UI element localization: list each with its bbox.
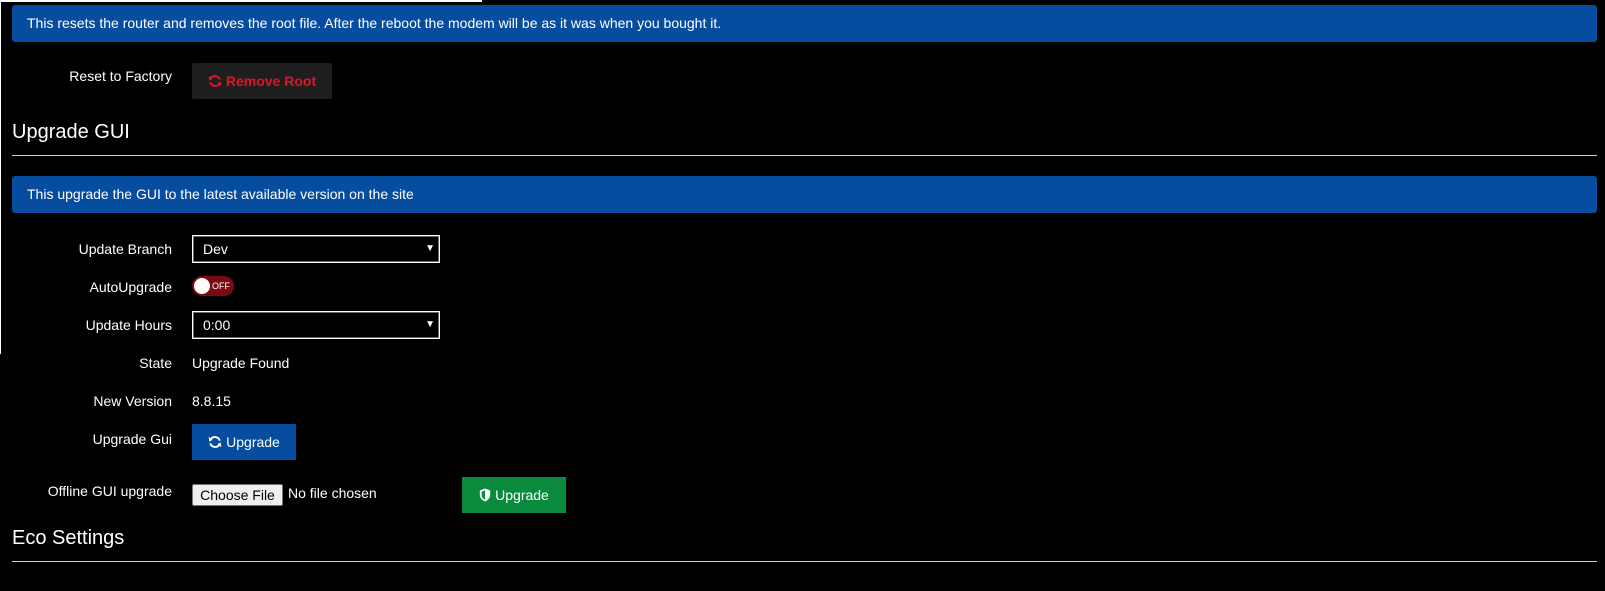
upgrade-info-banner: This upgrade the GUI to the latest avail… [12, 176, 1597, 213]
refresh-icon [208, 74, 222, 88]
eco-settings-rule [12, 561, 1597, 562]
update-branch-select[interactable]: Dev ▼ [192, 235, 440, 263]
toggle-knob [194, 278, 210, 294]
update-hours-label: Update Hours [85, 317, 172, 333]
chevron-down-icon: ▼ [425, 319, 435, 330]
upgrade-gui-title: Upgrade GUI [12, 121, 130, 143]
reset-info-text: This resets the router and removes the r… [27, 15, 722, 31]
offline-upgrade-label: Offline GUI upgrade [47, 483, 172, 499]
upgrade-gui-label: Upgrade Gui [92, 431, 172, 447]
state-label: State [139, 355, 172, 371]
choose-file-button[interactable]: Choose File [192, 484, 283, 506]
new-version-value: 8.8.15 [192, 393, 231, 409]
reset-info-banner: This resets the router and removes the r… [12, 5, 1597, 42]
autoupgrade-label: AutoUpgrade [89, 279, 172, 295]
remove-root-label: Remove Root [225, 73, 317, 89]
update-hours-select[interactable]: 0:00 ▼ [192, 311, 440, 339]
update-hours-value: 0:00 [203, 317, 231, 333]
update-branch-value: Dev [203, 241, 228, 257]
reset-to-factory-label: Reset to Factory [69, 68, 172, 84]
settings-page: This resets the router and removes the r… [0, 0, 1605, 591]
autoupgrade-toggle[interactable]: OFF [192, 276, 234, 296]
upgrade-info-text: This upgrade the GUI to the latest avail… [27, 186, 414, 202]
no-file-chosen-text: No file chosen [288, 485, 377, 501]
shield-icon [479, 488, 491, 502]
top-divider [0, 0, 482, 2]
offline-upgrade-button-label: Upgrade [495, 487, 549, 503]
upgrade-gui-button[interactable]: Upgrade [192, 424, 296, 460]
chevron-down-icon: ▼ [425, 243, 435, 254]
update-branch-label: Update Branch [78, 241, 172, 257]
remove-root-button[interactable]: Remove Root [192, 63, 332, 99]
offline-upgrade-button[interactable]: Upgrade [462, 477, 566, 513]
left-divider [0, 0, 1, 354]
eco-settings-title: Eco Settings [12, 527, 125, 549]
state-value: Upgrade Found [192, 355, 290, 371]
toggle-state-text: OFF [212, 281, 230, 291]
upgrade-gui-button-label: Upgrade [226, 434, 280, 450]
upgrade-gui-rule [12, 155, 1597, 156]
refresh-icon [208, 435, 222, 449]
new-version-label: New Version [93, 393, 172, 409]
